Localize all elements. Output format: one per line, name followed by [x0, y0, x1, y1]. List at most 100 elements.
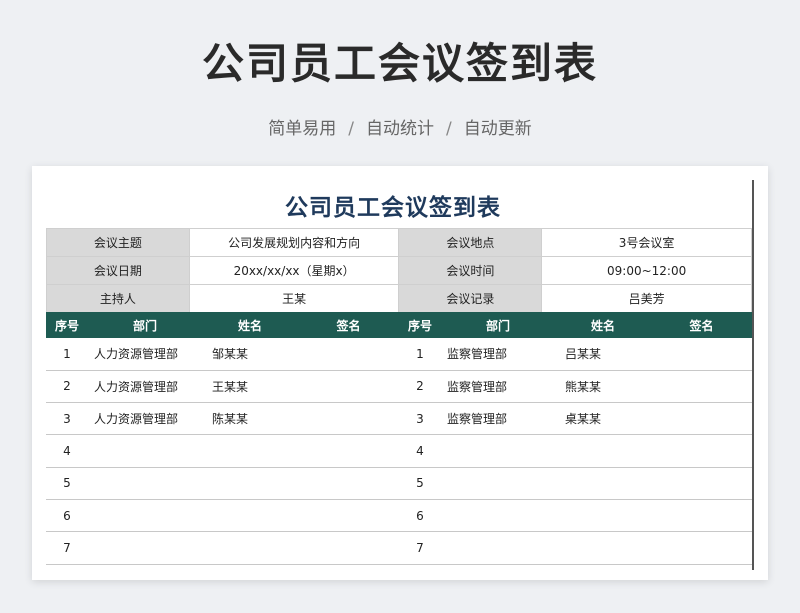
row-number: 1: [46, 338, 88, 371]
name-cell[interactable]: [202, 434, 298, 468]
tag-separator: /: [348, 119, 354, 139]
table-row: 3 人力资源管理部 陈某某 3 监察管理部 桌某某: [46, 402, 752, 436]
department-cell[interactable]: 监察管理部: [441, 370, 555, 404]
row-number: 3: [46, 402, 88, 436]
department-cell[interactable]: [88, 531, 202, 565]
sheet-border: [752, 180, 754, 570]
location-value[interactable]: 3号会议室: [541, 228, 752, 257]
signature-cell[interactable]: [651, 402, 752, 436]
row-number: 1: [399, 338, 441, 371]
table-row: 55: [46, 467, 752, 500]
department-cell[interactable]: 监察管理部: [441, 338, 555, 371]
time-label: 会议时间: [398, 256, 543, 285]
feature-tags: 简单易用 / 自动统计 / 自动更新: [0, 114, 800, 139]
table-row: 66: [46, 499, 752, 533]
name-cell[interactable]: 熊某某: [555, 370, 651, 404]
col-header-sign: 签名: [298, 312, 399, 338]
host-label: 主持人: [46, 284, 190, 313]
department-cell[interactable]: 人力资源管理部: [88, 402, 202, 436]
name-cell[interactable]: [555, 531, 651, 565]
row-number: 2: [399, 370, 441, 404]
department-cell[interactable]: [441, 499, 555, 533]
name-cell[interactable]: 吕某某: [555, 338, 651, 371]
name-cell[interactable]: [555, 434, 651, 468]
tag-auto-stats: 自动统计: [366, 119, 434, 139]
signature-cell[interactable]: [651, 370, 752, 404]
recorder-label: 会议记录: [398, 284, 543, 313]
department-cell[interactable]: 人力资源管理部: [88, 370, 202, 404]
signature-cell[interactable]: [298, 499, 399, 533]
department-cell[interactable]: 监察管理部: [441, 402, 555, 436]
department-cell[interactable]: [88, 467, 202, 500]
sheet-title: 公司员工会议签到表: [285, 195, 501, 221]
row-number: 7: [46, 531, 88, 565]
row-number: 5: [399, 467, 441, 500]
info-row: 会议日期 20xx/xx/xx（星期x） 会议时间 09:00~12:00: [46, 256, 752, 285]
page-title: 公司员工会议签到表: [201, 39, 598, 88]
name-cell[interactable]: 陈某某: [202, 402, 298, 436]
col-header-dept: 部门: [441, 312, 555, 338]
name-cell[interactable]: 桌某某: [555, 402, 651, 436]
row-number: 7: [399, 531, 441, 565]
name-cell[interactable]: 王某某: [202, 370, 298, 404]
row-number: 2: [46, 370, 88, 404]
signature-cell[interactable]: [651, 467, 752, 500]
recorder-value[interactable]: 吕美芳: [541, 284, 752, 313]
name-cell[interactable]: 邹某某: [202, 338, 298, 371]
location-label: 会议地点: [398, 228, 543, 257]
col-header-name: 姓名: [202, 312, 298, 338]
row-number: 4: [46, 434, 88, 468]
date-value[interactable]: 20xx/xx/xx（星期x）: [188, 256, 400, 285]
name-cell[interactable]: [555, 499, 651, 533]
col-header-no: 序号: [46, 312, 88, 338]
time-value[interactable]: 09:00~12:00: [541, 256, 752, 285]
department-cell[interactable]: [88, 499, 202, 533]
table-row: 1 人力资源管理部 邹某某 1 监察管理部 吕某某: [46, 338, 752, 371]
row-number: 5: [46, 467, 88, 500]
date-label: 会议日期: [46, 256, 190, 285]
topic-label: 会议主题: [46, 228, 190, 257]
table-row: 77: [46, 531, 752, 565]
signature-cell[interactable]: [298, 370, 399, 404]
tag-auto-update: 自动更新: [463, 119, 532, 139]
department-cell[interactable]: [88, 434, 202, 468]
signature-cell[interactable]: [651, 434, 752, 468]
col-header-name: 姓名: [555, 312, 651, 338]
department-cell[interactable]: 人力资源管理部: [88, 338, 202, 371]
signature-cell[interactable]: [651, 499, 752, 533]
tag-separator: /: [446, 119, 452, 139]
signature-cell[interactable]: [298, 402, 399, 436]
info-row: 主持人 王某 会议记录 吕美芳: [46, 284, 752, 313]
meeting-info-table: 会议主题 公司发展规划内容和方向 会议地点 3号会议室 会议日期 20xx/xx…: [46, 228, 752, 313]
row-number: 3: [399, 402, 441, 436]
table-row: 2 人力资源管理部 王某某 2 监察管理部 熊某某: [46, 370, 752, 404]
col-header-sign: 签名: [651, 312, 752, 338]
signature-cell[interactable]: [651, 338, 752, 371]
signature-cell[interactable]: [298, 338, 399, 371]
attendance-table: 序号 部门 姓名 签名 序号 部门 姓名 签名 1 人力资源管理部 邹某某 1 监察管理…: [46, 312, 752, 565]
info-row: 会议主题 公司发展规划内容和方向 会议地点 3号会议室: [46, 228, 752, 257]
host-value[interactable]: 王某: [188, 284, 400, 313]
tag-easy: 简单易用: [268, 119, 337, 139]
col-header-no: 序号: [399, 312, 441, 338]
signature-cell[interactable]: [298, 434, 399, 468]
topic-value[interactable]: 公司发展规划内容和方向: [188, 228, 400, 257]
sheet-preview: 公司员工会议签到表 会议主题 公司发展规划内容和方向 会议地点 3号会议室 会议…: [32, 166, 768, 580]
department-cell[interactable]: [441, 434, 555, 468]
department-cell[interactable]: [441, 467, 555, 500]
signature-cell[interactable]: [298, 531, 399, 565]
name-cell[interactable]: [202, 499, 298, 533]
name-cell[interactable]: [202, 531, 298, 565]
table-body: 1 人力资源管理部 邹某某 1 监察管理部 吕某某 2 人力资源管理部 王某某 2 监察管理部 熊某某…: [46, 338, 752, 565]
signature-cell[interactable]: [651, 531, 752, 565]
table-row: 44: [46, 434, 752, 468]
col-header-dept: 部门: [88, 312, 202, 338]
row-number: 4: [399, 434, 441, 468]
name-cell[interactable]: [202, 467, 298, 500]
signature-cell[interactable]: [298, 467, 399, 500]
department-cell[interactable]: [441, 531, 555, 565]
table-header-row: 序号 部门 姓名 签名 序号 部门 姓名 签名: [46, 312, 752, 338]
name-cell[interactable]: [555, 467, 651, 500]
row-number: 6: [399, 499, 441, 533]
row-number: 6: [46, 499, 88, 533]
